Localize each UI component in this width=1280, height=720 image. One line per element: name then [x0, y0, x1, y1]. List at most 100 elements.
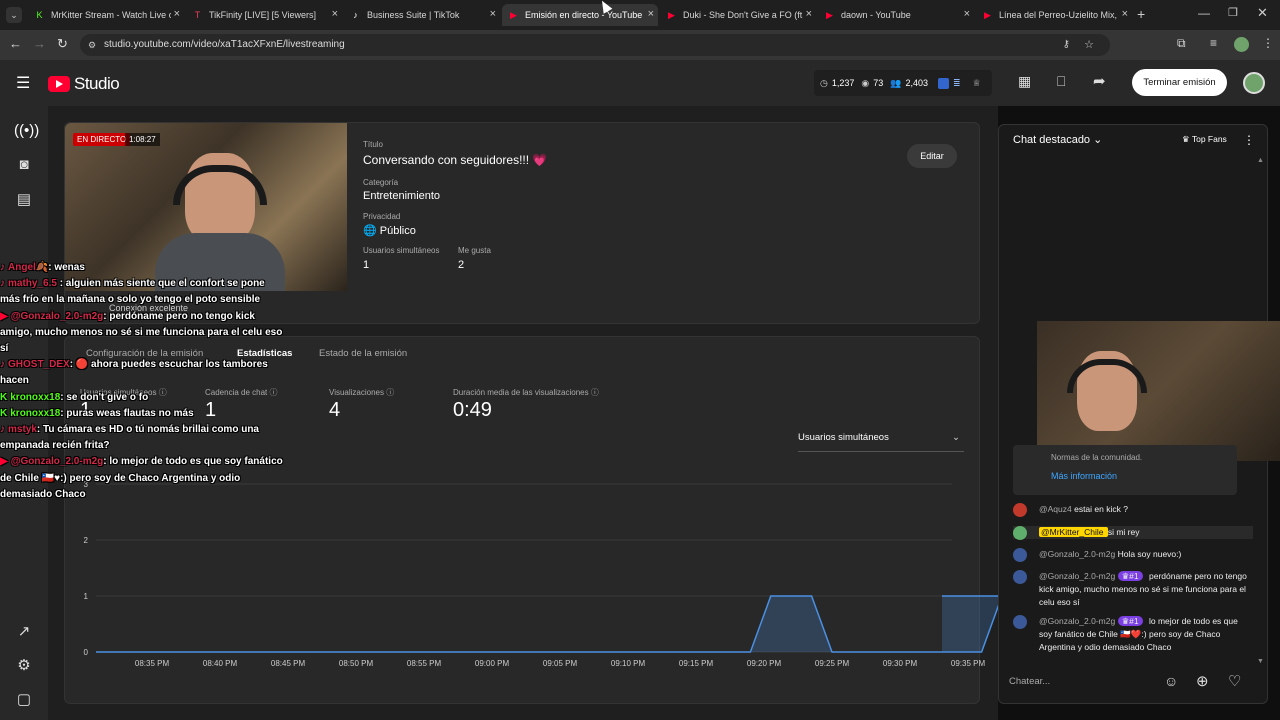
tab-favicon-icon: ▶ [668, 9, 675, 20]
overlay-chat-line: de Chile 🇨🇱♥:) pero soy de Chaco Argenti… [0, 473, 240, 484]
reload-icon[interactable]: ↻ [57, 36, 68, 52]
tab-close-icon[interactable]: × [174, 8, 180, 20]
overlay-text: : Tu cámara es HD o tú nomás brillai com… [36, 424, 259, 435]
overlay-chat-line: ♪ mathy_6.5 : alguien más siente que el c… [0, 278, 265, 289]
stat-value: 1,237 [831, 78, 855, 88]
calendar-icon[interactable]: ▦ [1018, 73, 1031, 90]
browser-tab[interactable]: ♪ Business Suite | TikTok × [344, 4, 500, 26]
chat-message[interactable]: @Gonzalo_2.0-m2g ♛#1 perdóname pero no t… [1013, 570, 1253, 609]
bookmark-icon[interactable]: ⎕ [1057, 73, 1065, 90]
tab-favicon-icon: ▶ [984, 9, 991, 20]
ext-icon[interactable] [938, 77, 950, 89]
chat-mode-dropdown[interactable]: Chat destacado ⌄ [1013, 133, 1102, 146]
chat-avatar[interactable] [1013, 503, 1027, 517]
channel-avatar[interactable] [1243, 72, 1265, 94]
tab-close-icon[interactable]: × [964, 8, 970, 20]
x-tick-label: 09:30 PM [883, 659, 918, 668]
browser-tab[interactable]: ▶ Emisión en directo - YouTube S × [502, 4, 658, 26]
tab-close-icon[interactable]: × [1122, 8, 1128, 20]
trophy-icon[interactable]: ♕ [973, 78, 981, 89]
hamburger-menu-icon[interactable]: ☰ [16, 73, 30, 93]
chat-avatar[interactable] [1013, 548, 1027, 562]
browser-tab[interactable]: K MrKitter Stream - Watch Live o × [28, 4, 184, 26]
share-icon[interactable]: ➦ [1093, 72, 1106, 90]
heart-icon[interactable]: ♡ [1228, 672, 1241, 690]
chart-series-line[interactable] [96, 595, 998, 653]
bookmark-star-icon[interactable]: ☆ [1084, 34, 1094, 56]
stat-value: 73 [873, 78, 884, 88]
media-icon[interactable]: ≡ [1210, 36, 1217, 50]
kick-platform-icon: K [0, 391, 8, 403]
chat-author[interactable]: @Gonzalo_2.0-m2g [1039, 571, 1118, 581]
popout-icon[interactable]: ↗ [14, 622, 34, 642]
chat-message[interactable]: @Aquz4 estai en kick ? [1013, 503, 1253, 517]
menu-dots-icon[interactable]: ⋮ [1262, 36, 1274, 50]
chat-avatar[interactable] [1013, 615, 1027, 629]
x-tick-label: 09:25 PM [815, 659, 850, 668]
overlay-text: más frío en la mañana o solo yo tengo el… [0, 294, 261, 306]
chat-message[interactable]: @MrKitter_Chile si mi rey [1013, 526, 1253, 540]
chat-author[interactable]: @Aquz4 [1039, 504, 1074, 514]
chevron-down-icon: ⌄ [1093, 134, 1103, 146]
feedback-icon[interactable]: ▢ [14, 690, 34, 710]
calendar-schedule-icon[interactable]: ▤ [14, 190, 34, 210]
profile-avatar[interactable] [1234, 37, 1249, 52]
settings-gear-icon[interactable]: ⚙ [14, 656, 34, 676]
tab-title: TikFinity [LIVE] [5 Viewers] [209, 10, 317, 20]
browser-tab[interactable]: T TikFinity [LIVE] [5 Viewers] × [186, 4, 342, 26]
chat-author[interactable]: @Gonzalo_2.0-m2g [1039, 616, 1118, 626]
minimize-icon[interactable]: — [1198, 6, 1210, 20]
tab-close-icon[interactable]: × [648, 8, 654, 20]
tab-close-icon[interactable]: × [806, 8, 812, 20]
chat-menu-icon[interactable]: ⋮ [1243, 133, 1255, 147]
extensions-icon[interactable]: ⧉ [1177, 36, 1186, 51]
close-window-icon[interactable]: ✕ [1257, 5, 1268, 21]
x-tick-label: 09:10 PM [611, 659, 646, 668]
youtube-studio-logo[interactable]: Studio [48, 74, 120, 94]
back-icon[interactable]: ← [9, 36, 22, 51]
new-tab-icon[interactable]: + [1137, 6, 1145, 22]
tab-close-icon[interactable]: × [332, 8, 338, 20]
site-info-icon[interactable]: ⚙ [88, 34, 96, 56]
tab-favicon-icon: ▶ [826, 9, 833, 20]
browser-tab[interactable]: ▶ daown - YouTube × [818, 4, 974, 26]
x-tick-label: 09:35 PM [951, 659, 986, 668]
end-stream-button[interactable]: Terminar emisión [1132, 69, 1227, 96]
chat-author[interactable]: @MrKitter_Chile [1039, 527, 1108, 537]
chat-text: Hola soy nuevo:) [1117, 549, 1182, 559]
live-chat-panel: Chat destacado ⌄ ♛ Top Fans ⋮ ▲ ▼ Normas… [998, 124, 1280, 704]
chat-input[interactable]: Chatear... [1009, 669, 1159, 695]
overlay-username: mstyk [8, 424, 37, 435]
tab-favicon-icon: T [194, 10, 201, 20]
top-fans-button[interactable]: ♛ Top Fans [1182, 134, 1227, 145]
overlay-chat-line: ♪ GHOST_DEX: 🔴 ahora puedes escuchar los … [0, 359, 268, 370]
add-icon[interactable]: ⊕ [1196, 672, 1209, 690]
emoji-icon[interactable]: ☺ [1164, 673, 1178, 689]
x-tick-label: 08:45 PM [271, 659, 306, 668]
browser-tab[interactable]: ▶ Duki - She Don't Give a FO (ft. × [660, 4, 816, 26]
chat-avatar[interactable] [1013, 526, 1027, 540]
tab-list-icon[interactable]: ⌄ [6, 7, 22, 23]
url-bar[interactable]: ⚙ studio.youtube.com/video/xaT1acXFxnE/l… [80, 34, 1110, 56]
restore-icon[interactable]: ❐ [1228, 6, 1238, 19]
chat-author[interactable]: @Gonzalo_2.0-m2g [1039, 549, 1118, 559]
chat-message[interactable]: @Gonzalo_2.0-m2g ♛#1 lo mejor de todo es… [1013, 615, 1253, 654]
logo-text: Studio [74, 74, 120, 93]
x-tick-label: 08:35 PM [135, 659, 170, 668]
x-tick-label: 09:20 PM [747, 659, 782, 668]
kick-platform-icon: K [0, 407, 8, 419]
forward-icon[interactable]: → [33, 36, 46, 51]
tab-close-icon[interactable]: × [490, 8, 496, 20]
overlay-chat-line: Kkronoxx18: se don't give o fo [0, 392, 148, 403]
overlay-text: : puras weas flautas no más [60, 407, 194, 419]
more-info-link[interactable]: Más información [1051, 471, 1117, 481]
chat-message[interactable]: @Gonzalo_2.0-m2g Hola soy nuevo:) [1013, 548, 1253, 562]
browser-tab[interactable]: ▶ Línea del Perreo-Uzielito Mix, V × [976, 4, 1132, 26]
list-icon[interactable]: ≣ [953, 78, 961, 89]
live-broadcast-icon[interactable]: ((•)) [14, 122, 39, 142]
key-icon[interactable]: ⚷ [1063, 34, 1070, 56]
overlay-chat-line: más frío en la mañana o solo yo tengo el… [0, 294, 260, 305]
chat-avatar[interactable] [1013, 570, 1027, 584]
x-tick-label: 09:15 PM [679, 659, 714, 668]
camera-icon[interactable]: ◙ [14, 156, 34, 176]
